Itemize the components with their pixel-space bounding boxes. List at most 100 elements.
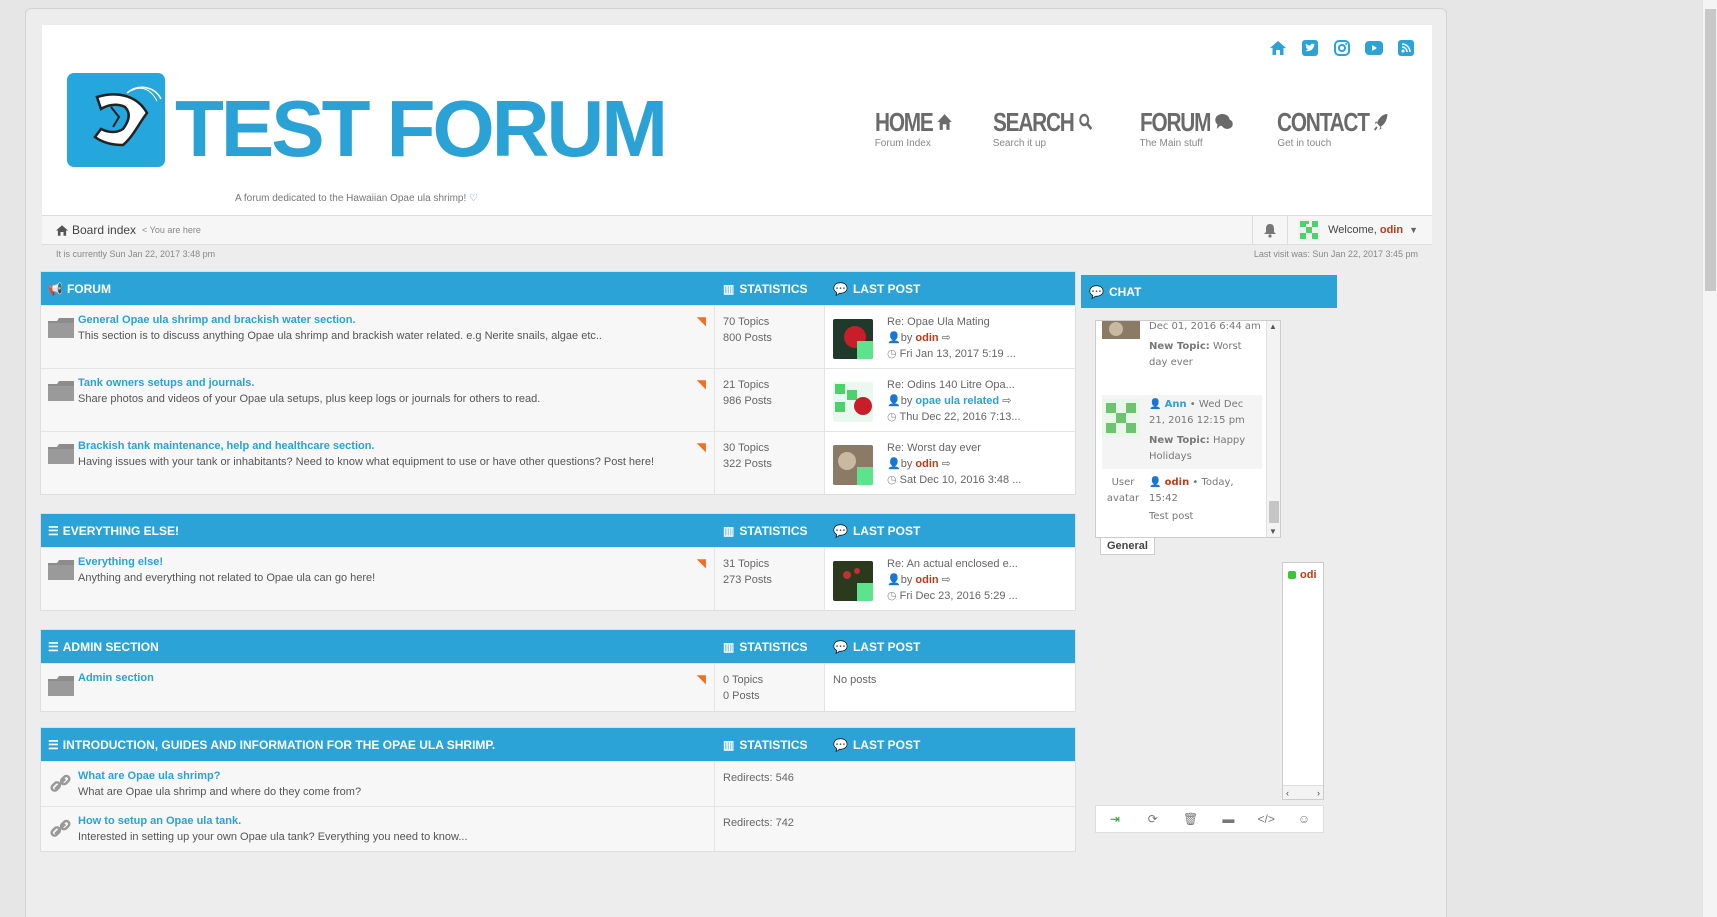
notifications-button[interactable]: [1252, 215, 1289, 245]
last-post-user[interactable]: opae ula related: [915, 395, 999, 407]
forum-description: Having issues with your tank or inhabita…: [78, 456, 655, 468]
chevron-down-icon[interactable]: ▼: [1409, 225, 1418, 235]
goto-post-icon[interactable]: ⇨: [942, 574, 951, 586]
forum-title-link[interactable]: Tank owners setups and journals.: [78, 377, 714, 389]
category-title[interactable]: INTRODUCTION, GUIDES AND INFORMATION FOR…: [63, 738, 495, 752]
main-navigation: HOME Forum Index SEARCH Search it up FOR…: [875, 109, 1416, 149]
rss-icon[interactable]: ◥: [697, 440, 706, 454]
category-introduction: ☰ INTRODUCTION, GUIDES AND INFORMATION FO…: [40, 727, 1076, 852]
last-post-avatar[interactable]: [833, 445, 873, 485]
rss-icon[interactable]: [1396, 38, 1416, 58]
last-post-avatar[interactable]: [833, 561, 873, 601]
clock-icon: ◷: [887, 348, 897, 360]
chevron-left-icon[interactable]: ‹: [1286, 788, 1289, 798]
breadcrumb-bar: Board index < You are here Welcome, odin…: [42, 215, 1432, 245]
goto-post-icon[interactable]: ⇨: [942, 332, 951, 344]
online-user[interactable]: odi: [1300, 569, 1317, 581]
chat-user[interactable]: Ann: [1165, 399, 1187, 410]
page-scrollbar[interactable]: [1702, 0, 1717, 917]
chat-scrollbar[interactable]: ▲ ▼: [1266, 321, 1280, 537]
last-post-title[interactable]: Re: Odins 140 Litre Opa...: [887, 377, 1021, 393]
nav-contact-label: CONTACT: [1277, 107, 1370, 137]
last-post-title[interactable]: Re: An actual enclosed e...: [887, 556, 1018, 572]
forum-title-link[interactable]: How to setup an Opae ula tank.: [78, 815, 714, 827]
link-icon: [50, 774, 71, 792]
user-menu[interactable]: Welcome, odin: [1328, 224, 1403, 236]
refresh-icon[interactable]: ⟳: [1143, 809, 1163, 829]
category-title[interactable]: ADMIN SECTION: [63, 640, 159, 654]
forum-title-link[interactable]: What are Opae ula shrimp?: [78, 770, 714, 782]
forum-title-link[interactable]: General Opae ula shrimp and brackish wat…: [78, 314, 714, 326]
last-post-user[interactable]: odin: [915, 332, 938, 344]
breadcrumb[interactable]: Board index: [56, 223, 136, 237]
last-post-avatar[interactable]: [833, 319, 873, 359]
rss-icon[interactable]: ◥: [697, 377, 706, 391]
clock-icon: ◷: [887, 411, 897, 423]
last-post-user[interactable]: odin: [915, 458, 938, 470]
chat-toolbar: ⇥ ⟳ 🗑 ▬ </> ☺: [1095, 805, 1324, 833]
nav-contact[interactable]: CONTACT Get in touch: [1277, 109, 1416, 149]
board-index-link[interactable]: Board index: [72, 223, 136, 237]
forum-description: Anything and everything not related to O…: [78, 572, 376, 584]
site-logo[interactable]: [67, 73, 165, 167]
archive-icon[interactable]: ▬: [1218, 809, 1238, 829]
youtube-icon[interactable]: [1364, 38, 1384, 58]
home-icon: [56, 224, 68, 236]
last-post-title[interactable]: Re: Opae Ula Mating: [887, 314, 1016, 330]
chevron-right-icon[interactable]: ›: [1317, 788, 1320, 798]
avatar[interactable]: [1298, 219, 1321, 241]
instagram-icon[interactable]: [1332, 38, 1352, 58]
forum-title-link[interactable]: Brackish tank maintenance, help and heal…: [78, 440, 714, 452]
topics-count: 0 Topics: [723, 674, 764, 686]
forum-title-link[interactable]: Everything else!: [78, 556, 714, 568]
rss-icon[interactable]: ◥: [697, 672, 706, 686]
forum-description: Interested in setting up your own Opae u…: [78, 831, 468, 843]
trash-icon[interactable]: 🗑: [1181, 809, 1201, 829]
topics-count: 70 Topics: [723, 316, 770, 328]
category-title[interactable]: EVERYTHING ELSE!: [63, 524, 179, 538]
nav-home[interactable]: HOME Forum Index: [875, 109, 971, 149]
comments-icon: [1214, 114, 1233, 129]
rss-icon[interactable]: ◥: [697, 556, 706, 570]
bar-chart-icon: ▥: [723, 639, 735, 654]
chat-title: CHAT: [1108, 284, 1142, 299]
online-status-icon: [1288, 571, 1296, 579]
smiley-icon[interactable]: ☺: [1294, 809, 1314, 829]
home-icon: [937, 114, 952, 130]
chevron-down-icon[interactable]: ▼: [1269, 527, 1277, 536]
category-title[interactable]: FORUM: [67, 282, 111, 296]
posts-count: 273 Posts: [723, 574, 772, 586]
last-post-avatar[interactable]: [833, 382, 873, 422]
bar-chart-icon: ▥: [723, 281, 735, 296]
user-icon: 👤: [1149, 477, 1162, 488]
nav-search[interactable]: SEARCH Search it up: [993, 109, 1118, 149]
last-post-user[interactable]: odin: [915, 574, 938, 586]
tab-general[interactable]: General: [1100, 538, 1155, 555]
home-icon[interactable]: [1268, 38, 1288, 58]
avatar: [1102, 399, 1140, 437]
chat-messages[interactable]: Dec 01, 2016 6:44 am New Topic: Worst da…: [1095, 320, 1281, 538]
last-post-time: Sat Dec 10, 2016 3:48 ...: [899, 474, 1022, 486]
horizontal-scrollbar[interactable]: ‹ ›: [1283, 785, 1323, 799]
code-icon[interactable]: </>: [1256, 809, 1276, 829]
posts-count: 0 Posts: [723, 690, 760, 702]
sign-in-icon[interactable]: ⇥: [1105, 809, 1125, 829]
goto-post-icon[interactable]: ⇨: [942, 458, 951, 470]
posts-count: 800 Posts: [723, 332, 772, 344]
last-post-title[interactable]: Re: Worst day ever: [887, 440, 1021, 456]
chat-time: Dec 01, 2016 6:44 am: [1149, 321, 1261, 332]
goto-post-icon[interactable]: ⇨: [1002, 395, 1011, 407]
twitter-icon[interactable]: [1300, 38, 1320, 58]
folder-icon: [48, 676, 74, 696]
forum-row: Admin section ◥ 0 Topics 0 Posts No posts: [41, 663, 1075, 711]
nav-forum[interactable]: FORUM The Main stuff: [1140, 109, 1256, 149]
chat-user[interactable]: odin: [1165, 477, 1190, 488]
site-title[interactable]: TEST FORUM: [175, 89, 668, 169]
forum-title-link[interactable]: Admin section: [78, 672, 714, 684]
last-visit: Last visit was: Sun Jan 22, 2017 3:45 pm: [1253, 249, 1418, 259]
last-post-time: Fri Dec 23, 2016 5:29 ...: [899, 590, 1018, 602]
rss-icon[interactable]: ◥: [697, 314, 706, 328]
last-post-time: Fri Jan 13, 2017 5:19 ...: [899, 348, 1016, 360]
chevron-up-icon[interactable]: ▲: [1269, 322, 1277, 331]
time-bar: It is currently Sun Jan 22, 2017 3:48 pm…: [42, 245, 1432, 263]
